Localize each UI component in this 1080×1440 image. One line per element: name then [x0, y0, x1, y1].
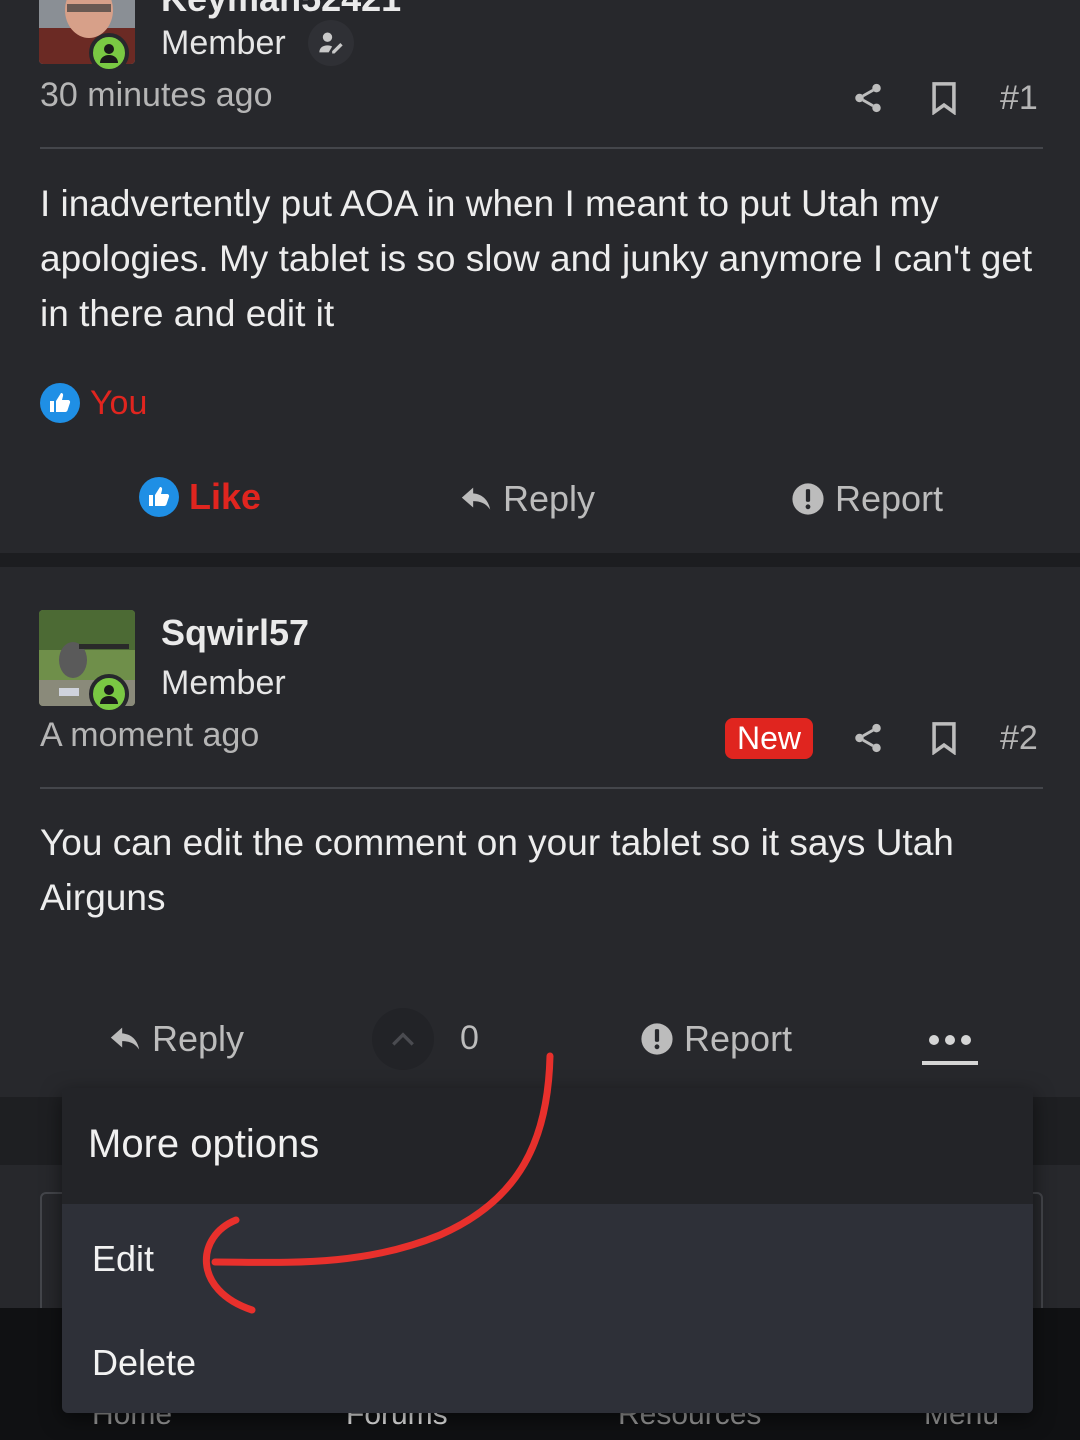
annotation-arrow	[202, 1052, 554, 1314]
